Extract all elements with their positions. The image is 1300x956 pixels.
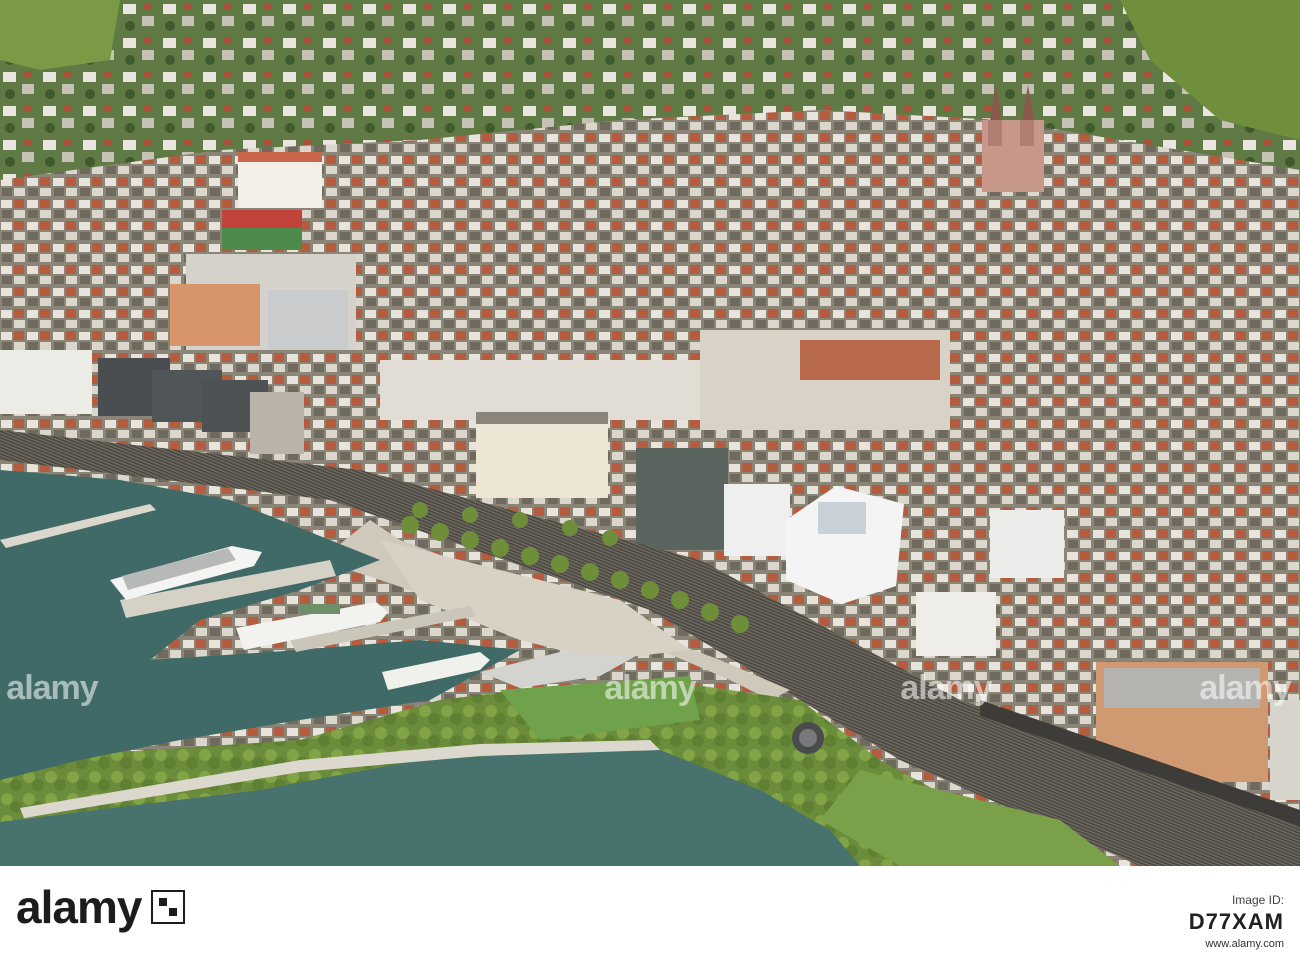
brand-wordmark: alamy	[16, 881, 142, 933]
brand-logo: alamy	[16, 881, 186, 933]
watermark-footer	[0, 866, 1300, 956]
image-id-label: Image ID:	[1231, 893, 1284, 907]
stock-photo-frame: alamy alamy alamy alamy alamy Image ID: …	[0, 0, 1300, 956]
aerial-photo: alamy alamy alamy alamy	[0, 0, 1300, 866]
brand-mark-icon	[151, 890, 186, 924]
watermark-overlay-3: alamy	[900, 668, 992, 707]
watermark-overlay-2: alamy	[604, 668, 696, 707]
image-id-value: D77XAM	[1188, 909, 1284, 934]
site-url: www.alamy.com	[1205, 938, 1284, 950]
watermark-overlay-4: alamy	[1199, 668, 1291, 707]
image-id-block: Image ID: D77XAM	[1189, 893, 1284, 935]
watermark-overlay-1: alamy	[6, 668, 98, 707]
